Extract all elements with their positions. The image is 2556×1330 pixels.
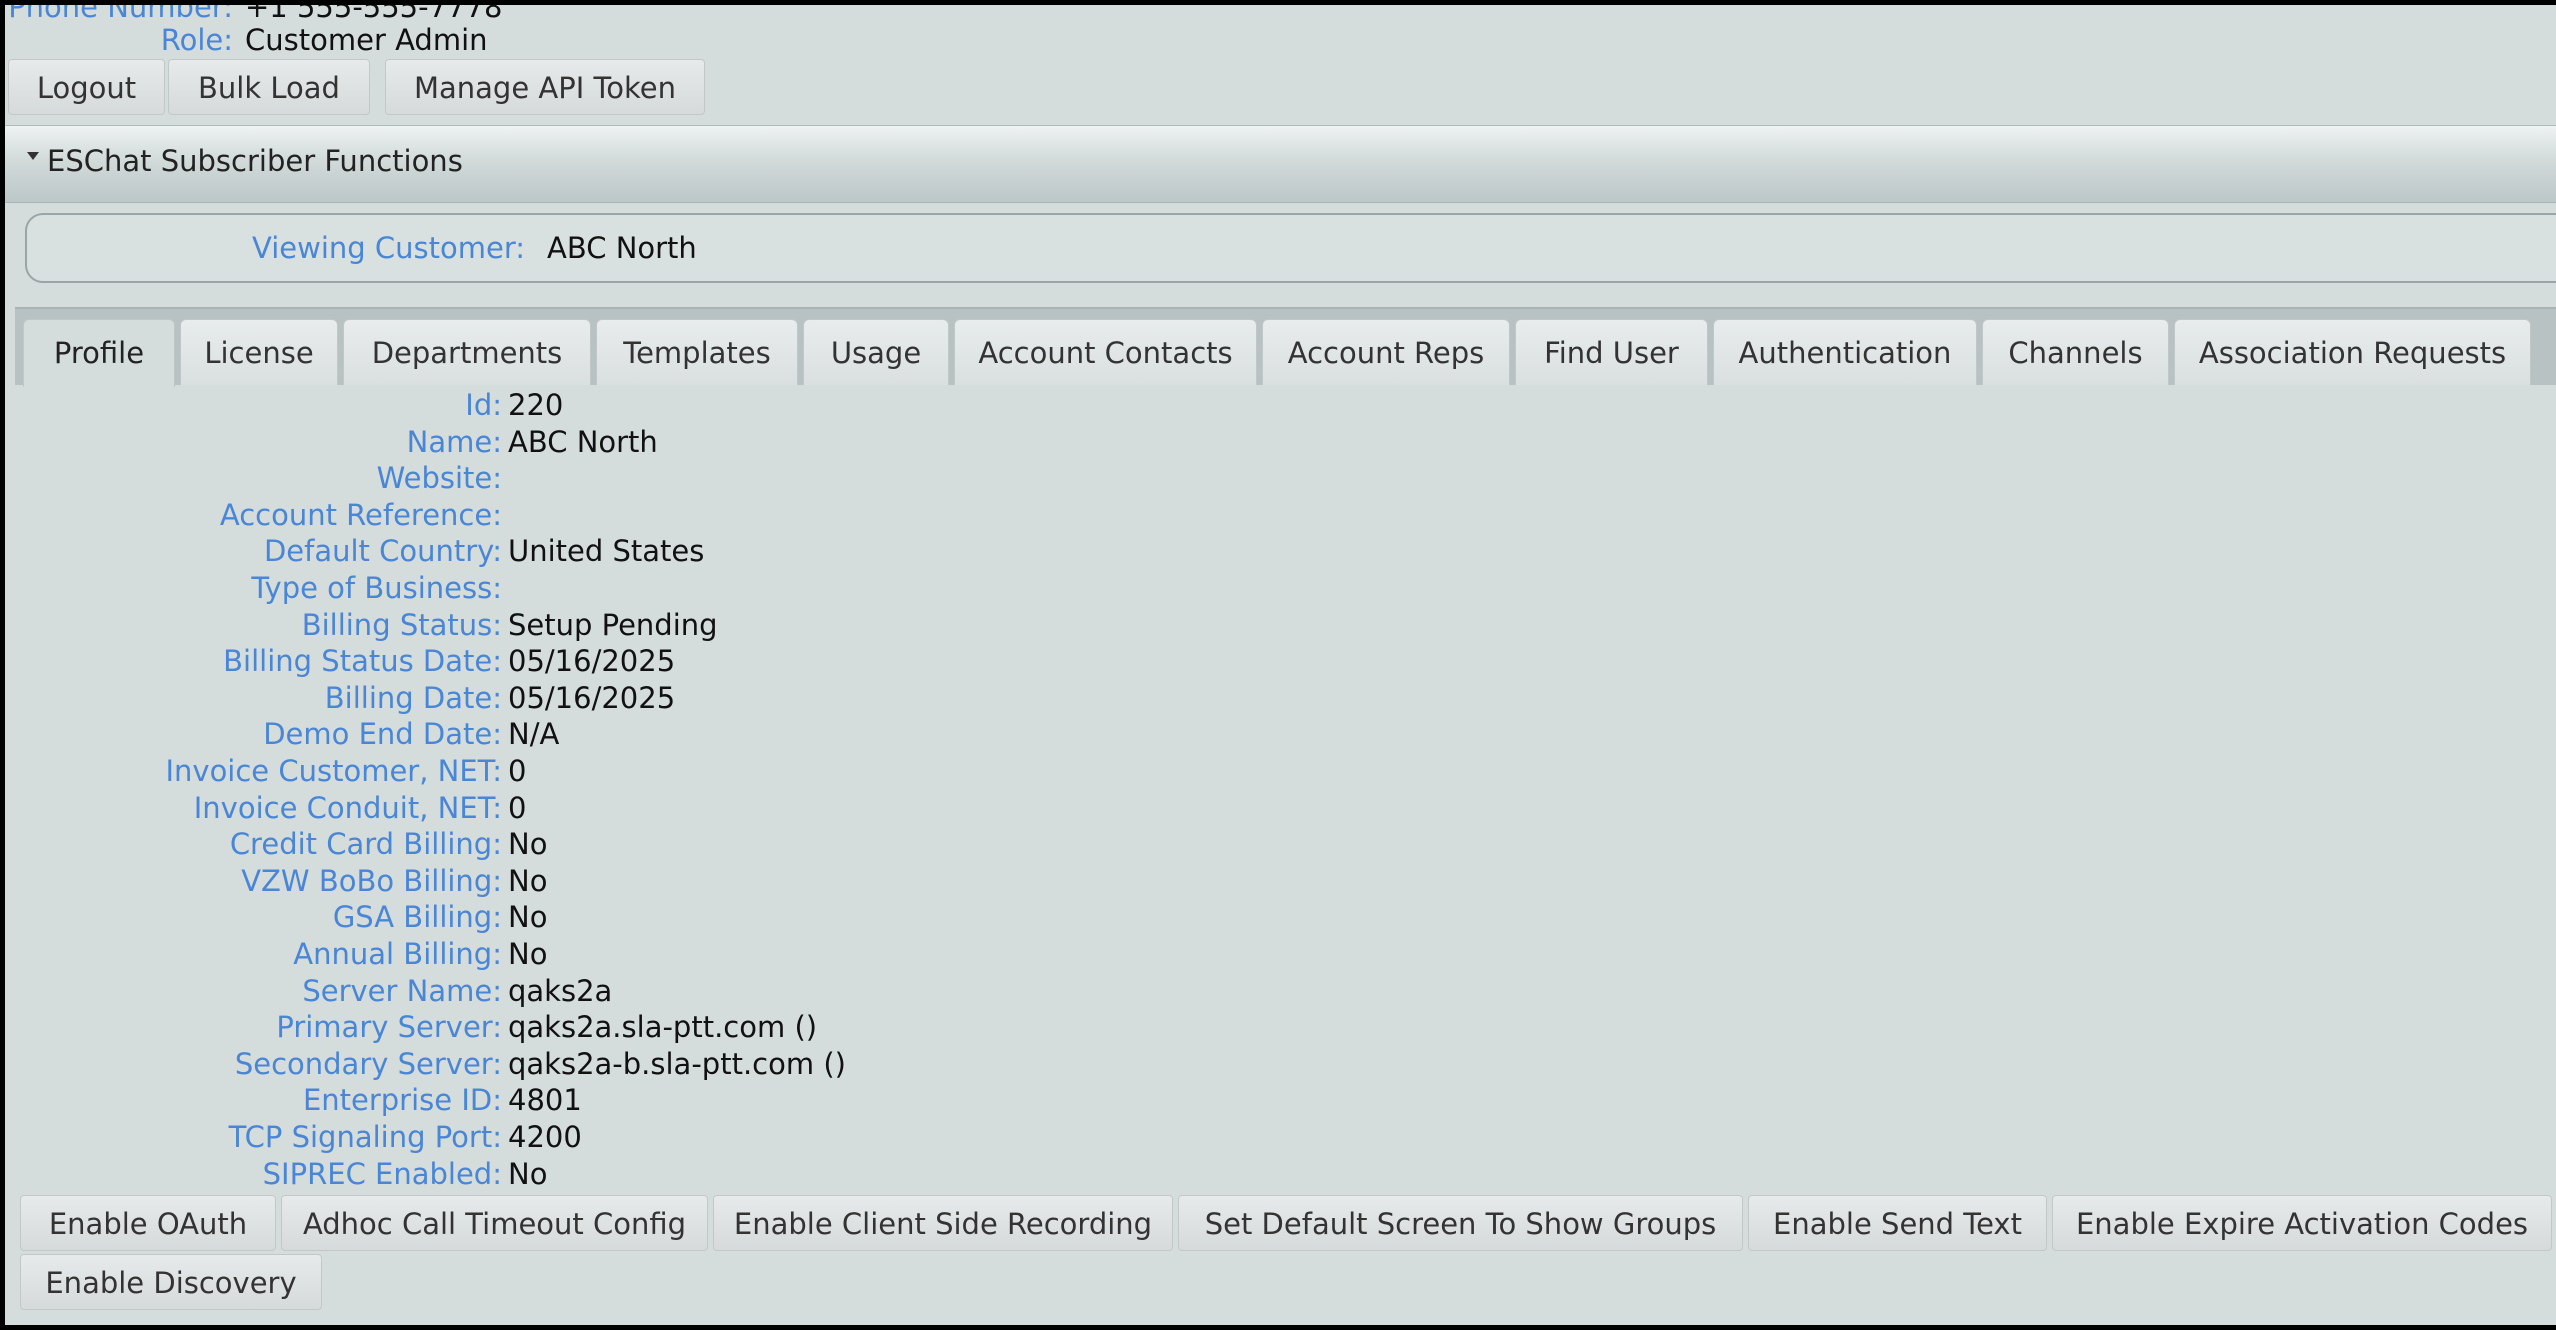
field-row: VZW BoBo Billing: No bbox=[5, 863, 1205, 899]
tab-templates[interactable]: Templates bbox=[596, 319, 798, 385]
field-row: Enterprise ID: 4801 bbox=[5, 1082, 1205, 1118]
field-row: Billing Date: 05/16/2025 bbox=[5, 680, 1205, 716]
section-header[interactable]: ESChat Subscriber Functions bbox=[5, 125, 2556, 203]
field-label: Invoice Conduit, NET: bbox=[193, 790, 502, 825]
tab-authentication[interactable]: Authentication bbox=[1713, 319, 1977, 385]
manage-api-token-button[interactable]: Manage API Token bbox=[385, 59, 705, 115]
field-label: Demo End Date: bbox=[263, 717, 502, 752]
section-title: ESChat Subscriber Functions bbox=[47, 144, 463, 178]
field-row: Billing Status Date: 05/16/2025 bbox=[5, 643, 1205, 679]
field-row: Secondary Server: qaks2a-b.sla-ptt.com () bbox=[5, 1046, 1205, 1082]
enable-send-text-button[interactable]: Enable Send Text bbox=[1748, 1195, 2047, 1251]
field-row: Server Name: qaks2a bbox=[5, 973, 1205, 1009]
adhoc-call-timeout-config-button[interactable]: Adhoc Call Timeout Config bbox=[281, 1195, 708, 1251]
field-value: qaks2a.sla-ptt.com () bbox=[508, 1010, 818, 1045]
viewing-customer-value: ABC North bbox=[547, 231, 697, 265]
role-row: Role: Customer Admin bbox=[5, 22, 505, 58]
field-value: N/A bbox=[508, 717, 560, 752]
field-row: SIPREC Enabled: No bbox=[5, 1156, 1205, 1192]
field-label: GSA Billing: bbox=[332, 900, 502, 935]
field-value: 05/16/2025 bbox=[508, 644, 676, 679]
logout-button[interactable]: Logout bbox=[8, 59, 165, 115]
field-value: 0 bbox=[508, 754, 527, 788]
field-row: Invoice Customer, NET: 0 bbox=[5, 753, 1205, 789]
page-frame: Phone Number: +1 555-555-7778 Role: Cust… bbox=[5, 5, 2556, 1325]
field-value: United States bbox=[508, 534, 705, 569]
field-value: No bbox=[508, 827, 548, 862]
enable-oauth-button[interactable]: Enable OAuth bbox=[20, 1195, 276, 1251]
field-value: No bbox=[508, 900, 548, 935]
field-row: Credit Card Billing: No bbox=[5, 826, 1205, 862]
field-row: Name: ABC North bbox=[5, 424, 1205, 460]
tab-account-contacts[interactable]: Account Contacts bbox=[954, 319, 1257, 385]
field-label: Website: bbox=[376, 461, 502, 496]
field-row: Id: 220 bbox=[5, 387, 1205, 423]
tab-association-requests[interactable]: Association Requests bbox=[2174, 319, 2531, 385]
field-label: Billing Status: bbox=[301, 607, 502, 642]
field-row: Billing Status: Setup Pending bbox=[5, 607, 1205, 643]
tab-license[interactable]: License bbox=[180, 319, 338, 385]
field-label: Primary Server: bbox=[276, 1010, 502, 1045]
field-label: Type of Business: bbox=[251, 571, 502, 605]
field-value: No bbox=[508, 1156, 548, 1191]
tab-usage[interactable]: Usage bbox=[803, 319, 949, 385]
field-value: 220 bbox=[508, 388, 564, 422]
field-label: Billing Status Date: bbox=[223, 644, 502, 679]
tab-channels[interactable]: Channels bbox=[1982, 319, 2169, 385]
enable-expire-activation-codes-button[interactable]: Enable Expire Activation Codes bbox=[2052, 1195, 2552, 1251]
field-label: Credit Card Billing: bbox=[229, 827, 502, 862]
field-row: Primary Server: qaks2a.sla-ptt.com () bbox=[5, 1009, 1205, 1045]
role-value: Customer Admin bbox=[245, 23, 488, 57]
tab-find-user[interactable]: Find User bbox=[1515, 319, 1708, 385]
field-row: Website: bbox=[5, 460, 1205, 496]
field-label: Account Reference: bbox=[219, 497, 502, 532]
tab-account-reps[interactable]: Account Reps bbox=[1262, 319, 1510, 385]
enable-client-side-recording-button[interactable]: Enable Client Side Recording bbox=[713, 1195, 1173, 1251]
role-label: Role: bbox=[160, 23, 233, 57]
field-row: TCP Signaling Port: 4200 bbox=[5, 1119, 1205, 1155]
tab-departments[interactable]: Departments bbox=[343, 319, 591, 385]
field-label: Invoice Customer, NET: bbox=[165, 754, 502, 788]
field-value: qaks2a bbox=[508, 973, 613, 1008]
field-row: Invoice Conduit, NET: 0 bbox=[5, 790, 1205, 826]
field-row: GSA Billing: No bbox=[5, 899, 1205, 935]
field-value: ABC North bbox=[508, 424, 658, 459]
enable-discovery-button[interactable]: Enable Discovery bbox=[20, 1254, 322, 1310]
field-value: No bbox=[508, 863, 548, 898]
field-label: SIPREC Enabled: bbox=[262, 1156, 502, 1191]
viewing-customer-box: Viewing Customer: ABC North bbox=[25, 213, 2556, 283]
field-row: Annual Billing: No bbox=[5, 936, 1205, 972]
field-value: 0 bbox=[508, 790, 527, 825]
field-value: qaks2a-b.sla-ptt.com () bbox=[508, 1046, 846, 1081]
viewing-customer-label: Viewing Customer: bbox=[252, 231, 526, 265]
field-label: Enterprise ID: bbox=[302, 1083, 502, 1118]
bulk-load-button[interactable]: Bulk Load bbox=[168, 59, 370, 115]
field-label: Billing Date: bbox=[324, 680, 502, 715]
field-row: Type of Business: bbox=[5, 570, 1205, 606]
field-value: No bbox=[508, 937, 548, 971]
field-label: Annual Billing: bbox=[293, 937, 502, 971]
field-label: Secondary Server: bbox=[234, 1046, 502, 1081]
collapse-caret-icon[interactable] bbox=[27, 152, 39, 160]
field-value: Setup Pending bbox=[508, 607, 718, 642]
field-label: Id: bbox=[465, 388, 502, 422]
field-label: TCP Signaling Port: bbox=[228, 1120, 502, 1154]
tab-profile[interactable]: Profile bbox=[23, 319, 175, 387]
field-value: 05/16/2025 bbox=[508, 680, 676, 715]
field-row: Default Country: United States bbox=[5, 533, 1205, 569]
field-label: Default Country: bbox=[263, 534, 502, 569]
tab-bar: Profile License Departments Templates Us… bbox=[15, 307, 2556, 387]
user-info: Phone Number: +1 555-555-7778 Role: Cust… bbox=[5, 5, 2556, 67]
set-default-screen-button[interactable]: Set Default Screen To Show Groups bbox=[1178, 1195, 1743, 1251]
field-label: VZW BoBo Billing: bbox=[241, 863, 502, 898]
field-value: 4200 bbox=[508, 1120, 582, 1154]
field-row: Account Reference: bbox=[5, 497, 1205, 533]
field-label: Server Name: bbox=[302, 973, 502, 1008]
field-value: 4801 bbox=[508, 1083, 582, 1118]
field-row: Demo End Date: N/A bbox=[5, 716, 1205, 752]
field-label: Name: bbox=[406, 424, 502, 459]
